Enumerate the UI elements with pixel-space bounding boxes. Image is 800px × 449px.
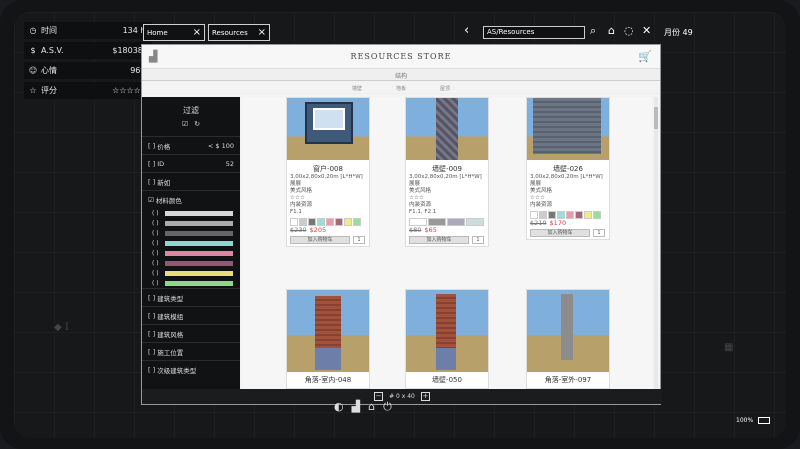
filter-new[interactable]: [ ] 新如 <box>142 172 240 190</box>
checkbox-icon[interactable]: ☑ <box>182 120 188 128</box>
color-swatch[interactable]: ( ) <box>142 258 240 268</box>
filter-material-color[interactable]: ☑ 材料颜色 <box>142 190 240 208</box>
power-icon[interactable]: ⏻ <box>383 400 392 414</box>
quantity-field[interactable]: 1 <box>472 236 484 244</box>
product-image <box>406 290 488 372</box>
cart-icon[interactable]: 🛒 <box>638 50 652 63</box>
subtabs: 墙壁 地板 屋顶 <box>142 81 660 94</box>
subtab-walls[interactable]: 墙壁 <box>352 85 362 93</box>
product-image <box>527 290 609 372</box>
close-icon[interactable]: × <box>193 27 201 38</box>
stat-time: ◷ 时间 134 h. <box>24 22 152 39</box>
planet-icon[interactable]: ◐ <box>334 400 344 414</box>
monitor-frame: ◷ 时间 134 h. $ A.S.V. $180381 ☺ 心情 96% ☆ 评分 ☆☆☆☆☆… <box>0 0 800 449</box>
close-window-icon[interactable]: ✕ <box>642 24 651 37</box>
stat-asv: $ A.S.V. $180381 <box>24 42 152 59</box>
product-grid: 窗户-008 3,00x2,80x0,20m [L*H*W] 展展 美式风格 ☆… <box>242 97 652 389</box>
filter-id[interactable]: [ ] ID 52 <box>142 154 240 172</box>
color-swatch[interactable]: ( ) <box>142 208 240 218</box>
color-swatch[interactable]: ( ) <box>142 228 240 238</box>
deco-qr-icon: ▦ <box>724 342 734 353</box>
home-icon[interactable]: ⌂ <box>608 24 615 37</box>
filter-option[interactable]: [ ] 施工位置 <box>142 342 240 360</box>
product-card[interactable]: 窗户-008 3,00x2,80x0,20m [L*H*W] 展展 美式风格 ☆… <box>286 97 370 247</box>
dock: ◐ ▟ ⌂ ⏻ <box>334 400 392 414</box>
subtab-roofs[interactable]: 屋顶 <box>440 85 450 93</box>
clock-icon: ◷ <box>29 26 37 35</box>
quantity-field[interactable]: 1 <box>353 236 365 244</box>
filter-option[interactable]: [ ] 建筑类型 <box>142 288 240 306</box>
add-to-cart-button[interactable]: 加入购物车 <box>530 229 590 237</box>
store-header: ▟ RESOURCES STORE 🛒 <box>142 45 660 69</box>
dollar-icon: $ <box>30 46 36 55</box>
eye-off-icon[interactable]: ◌ <box>624 24 634 37</box>
battery-icon <box>758 417 771 424</box>
browser-window: ▟ RESOURCES STORE 🛒 结构 墙壁 地板 屋顶 过滤 ☑ ↻ [ … <box>141 44 662 405</box>
deco-warning-icon: ◆ I <box>54 322 69 333</box>
filter-option[interactable]: [ ] 建筑模组 <box>142 306 240 324</box>
page-indicator: # 0 x 40 <box>389 393 415 400</box>
product-card[interactable]: 角落-室外-097 <box>526 289 610 389</box>
filter-panel: 过滤 ☑ ↻ [ ] 价格 < $ 100 [ ] ID 52 [ ] 新如 ☑ 材料… <box>142 97 240 389</box>
store-title: RESOURCES STORE <box>350 52 452 61</box>
color-chips[interactable] <box>287 218 369 226</box>
color-swatch[interactable]: ( ) <box>142 268 240 278</box>
product-card[interactable]: 墙壁-050 <box>405 289 489 389</box>
product-card[interactable]: 角落-室内-048 <box>286 289 370 389</box>
product-image <box>287 290 369 372</box>
color-swatch[interactable]: ( ) <box>142 278 240 288</box>
month-indicator: 月份 49 <box>664 28 693 37</box>
product-image <box>287 98 369 160</box>
filter-option[interactable]: [ ] 建筑风格 <box>142 324 240 342</box>
color-swatches: ( )( )( )( )( )( )( )( ) <box>142 208 240 288</box>
add-to-cart-button[interactable]: 加入购物车 <box>409 236 469 244</box>
buildings-icon[interactable]: ▟ <box>352 400 360 414</box>
stat-rating: ☆ 评分 ☆☆☆☆☆ <box>24 82 152 99</box>
filter-option[interactable]: [ ] 次级建筑类型 <box>142 360 240 378</box>
tab-home[interactable]: Home × <box>143 24 205 41</box>
scrollbar[interactable] <box>654 97 658 389</box>
battery-status: 100% <box>736 417 771 424</box>
color-swatch[interactable]: ( ) <box>142 218 240 228</box>
quantity-field[interactable]: 1 <box>593 229 605 237</box>
tab-resources[interactable]: Resources × <box>208 24 270 41</box>
next-page-button[interactable]: + <box>420 392 430 401</box>
filter-price[interactable]: [ ] 价格 < $ 100 <box>142 136 240 154</box>
product-card[interactable]: 墙壁-009 3,00x2,80x0,20m [L*H*W] 展展 美式风格 ☆… <box>405 97 489 247</box>
house-icon[interactable]: ⌂ <box>368 400 375 414</box>
color-chips[interactable] <box>527 211 609 219</box>
filter-title: 过滤 <box>183 106 199 115</box>
product-card[interactable]: 墙壁-026 3,00x2,80x0,20m [L*H*W] 展展 美式风格 ☆… <box>526 97 610 240</box>
smile-icon: ☺ <box>28 66 38 75</box>
stats-panel: ◷ 时间 134 h. $ A.S.V. $180381 ☺ 心情 96% ☆ 评分 ☆☆☆☆☆ <box>24 22 152 102</box>
back-icon[interactable]: ‹ <box>464 23 469 38</box>
category-label: 结构 <box>142 69 660 81</box>
color-swatch[interactable]: ( ) <box>142 238 240 248</box>
refresh-icon[interactable]: ↻ <box>194 120 200 128</box>
product-image <box>527 98 609 160</box>
browser-topbar: Home × Resources × ‹ AS/Resources ⌕ ⌂ ◌ ✕ … <box>142 22 776 46</box>
filter-more: [ ] 建筑类型[ ] 建筑模组[ ] 建筑风格[ ] 施工位置[ ] 次级建筑… <box>142 288 240 378</box>
pagination: − # 0 x 40 + <box>142 389 662 404</box>
screen: ◷ 时间 134 h. $ A.S.V. $180381 ☺ 心情 96% ☆ 评分 ☆☆☆☆☆… <box>14 12 786 438</box>
close-icon[interactable]: × <box>258 27 266 38</box>
add-to-cart-button[interactable]: 加入购物车 <box>290 236 350 244</box>
color-chips[interactable] <box>406 218 488 226</box>
color-swatch[interactable]: ( ) <box>142 248 240 258</box>
stat-mood: ☺ 心情 96% <box>24 62 152 79</box>
subtab-floors[interactable]: 地板 <box>396 85 406 93</box>
address-field[interactable]: AS/Resources <box>483 26 585 39</box>
search-icon[interactable]: ⌕ <box>590 24 596 38</box>
star-icon: ☆ <box>29 86 37 95</box>
product-image <box>406 98 488 160</box>
